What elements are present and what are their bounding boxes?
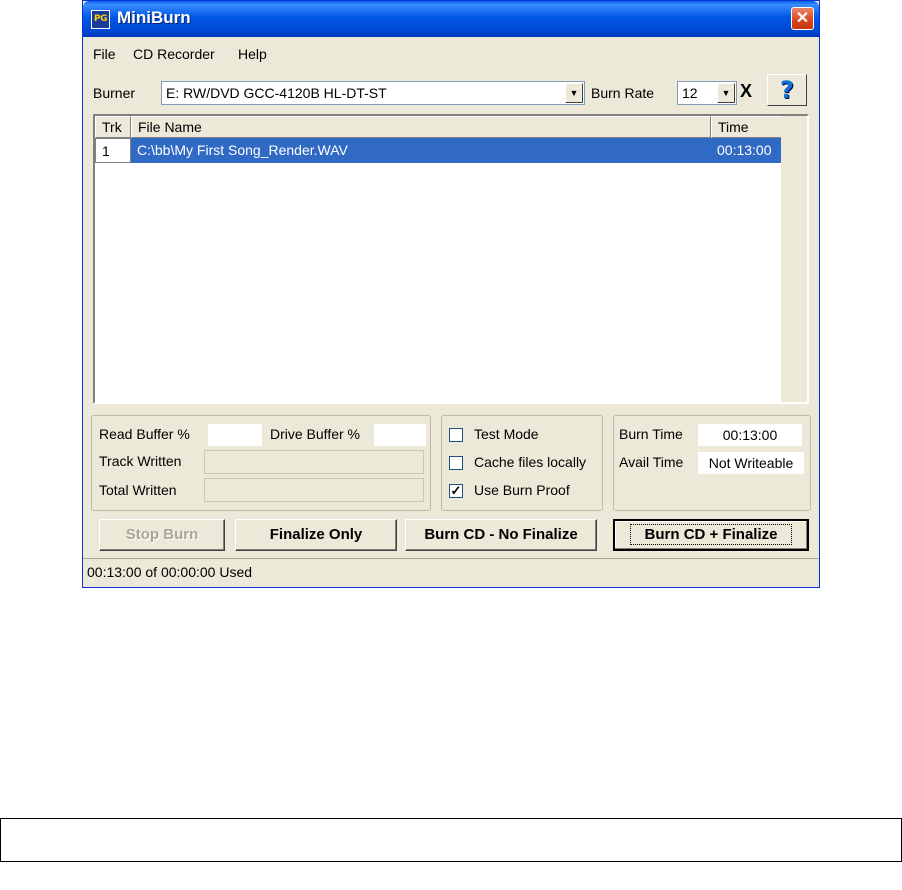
column-header-time[interactable]: Time bbox=[711, 116, 783, 138]
caption-box bbox=[0, 818, 902, 862]
read-buffer-label: Read Buffer % bbox=[99, 426, 190, 442]
column-header-file-name[interactable]: File Name bbox=[131, 116, 711, 138]
cache-files-checkbox[interactable] bbox=[449, 456, 463, 470]
burner-value: E: RW/DVD GCC-4120B HL-DT-ST bbox=[166, 85, 387, 101]
burn-rate-select[interactable]: 12 ▼ bbox=[677, 81, 737, 105]
burn-rate-value: 12 bbox=[682, 85, 698, 101]
app-logo-icon: PG bbox=[91, 10, 110, 29]
burn-proof-label[interactable]: Use Burn Proof bbox=[474, 482, 570, 498]
clear-rate-icon[interactable]: X bbox=[740, 81, 752, 102]
avail-time-field: Not Writeable bbox=[698, 452, 804, 474]
avail-time-label: Avail Time bbox=[619, 454, 684, 470]
title-bar[interactable]: PG MiniBurn ✕ bbox=[83, 1, 819, 37]
list-scrollbar[interactable] bbox=[781, 116, 807, 402]
burner-label: Burner bbox=[93, 85, 136, 101]
buffer-group: Read Buffer % Drive Buffer % Track Writt… bbox=[91, 415, 431, 511]
status-bar: 00:13:00 of 00:00:00 Used bbox=[83, 558, 819, 587]
time-cell: 00:13:00 bbox=[711, 138, 783, 163]
chevron-down-icon[interactable]: ▼ bbox=[717, 83, 735, 103]
burn-proof-checkbox[interactable]: ✓ bbox=[449, 484, 463, 498]
table-row[interactable]: 1 C:\bb\My First Song_Render.WAV 00:13:0… bbox=[95, 138, 783, 163]
track-number-cell: 1 bbox=[95, 138, 131, 163]
window-title: MiniBurn bbox=[117, 8, 191, 27]
menu-help[interactable]: Help bbox=[238, 46, 267, 62]
cache-files-label[interactable]: Cache files locally bbox=[474, 454, 586, 470]
burn-time-label: Burn Time bbox=[619, 426, 683, 442]
file-name-cell: C:\bb\My First Song_Render.WAV bbox=[131, 138, 711, 163]
track-list[interactable]: Trk File Name Time 1 C:\bb\My First Song… bbox=[93, 114, 809, 404]
chevron-down-icon[interactable]: ▼ bbox=[565, 83, 583, 103]
finalize-only-button[interactable]: Finalize Only bbox=[235, 519, 397, 551]
test-mode-label[interactable]: Test Mode bbox=[474, 426, 539, 442]
status-text: 00:13:00 of 00:00:00 Used bbox=[87, 564, 253, 580]
close-button[interactable]: ✕ bbox=[791, 7, 814, 30]
drive-buffer-field bbox=[374, 424, 426, 446]
burn-time-field: 00:13:00 bbox=[698, 424, 802, 446]
burner-select[interactable]: E: RW/DVD GCC-4120B HL-DT-ST ▼ bbox=[161, 81, 585, 105]
menu-file[interactable]: File bbox=[93, 46, 116, 62]
burn-finalize-label: Burn CD + Finalize bbox=[629, 524, 793, 545]
track-written-label: Track Written bbox=[99, 453, 182, 469]
stop-burn-button[interactable]: Stop Burn bbox=[99, 519, 225, 551]
checkmark-icon: ✓ bbox=[450, 483, 462, 498]
read-buffer-field bbox=[208, 424, 262, 446]
burn-no-finalize-button[interactable]: Burn CD - No Finalize bbox=[405, 519, 597, 551]
help-button[interactable]: ? bbox=[767, 74, 807, 106]
options-group: Test Mode Cache files locally ✓ Use Burn… bbox=[441, 415, 603, 511]
miniburn-window: PG MiniBurn ✕ File CD Recorder Help Burn… bbox=[82, 0, 820, 588]
total-written-progress bbox=[204, 478, 424, 502]
track-written-progress bbox=[204, 450, 424, 474]
time-group: Burn Time 00:13:00 Avail Time Not Writea… bbox=[613, 415, 811, 511]
menu-bar: File CD Recorder Help bbox=[83, 38, 819, 68]
drive-buffer-label: Drive Buffer % bbox=[270, 426, 360, 442]
burn-rate-label: Burn Rate bbox=[591, 85, 655, 101]
burn-finalize-button[interactable]: Burn CD + Finalize bbox=[613, 519, 809, 551]
menu-cd-recorder[interactable]: CD Recorder bbox=[133, 46, 215, 62]
column-header-trk[interactable]: Trk bbox=[95, 116, 131, 138]
test-mode-checkbox[interactable] bbox=[449, 428, 463, 442]
total-written-label: Total Written bbox=[99, 482, 177, 498]
